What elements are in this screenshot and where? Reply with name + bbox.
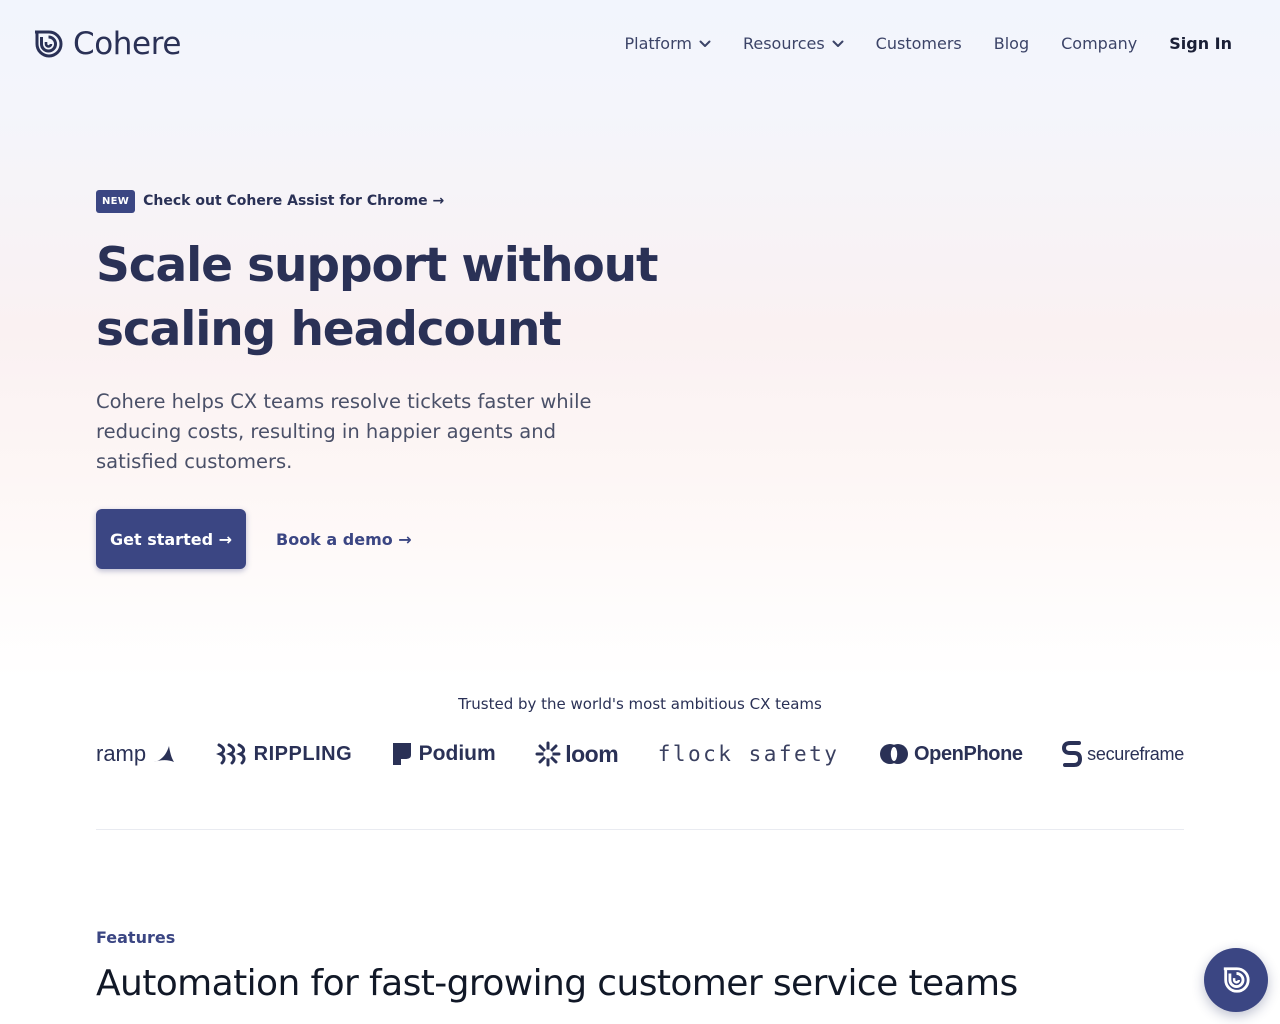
loom-wordmark: loom [565, 740, 619, 767]
chat-widget-icon [1223, 967, 1250, 993]
features-eyebrow: Features [96, 928, 176, 947]
hero-headline-line1: Scale support without [96, 238, 658, 293]
nav-item-label: Company [1061, 34, 1138, 53]
section-divider [96, 829, 1184, 830]
nav-item-blog[interactable]: Blog [994, 33, 1029, 55]
chevron-down-icon [699, 40, 711, 47]
book-demo-link[interactable]: Book a demo → [276, 530, 412, 549]
hero-section: NEW Check out Cohere Assist for Chrome →… [96, 189, 716, 569]
ramp-wordmark: ramp [96, 741, 147, 766]
chat-widget-button[interactable] [1204, 948, 1268, 1012]
cohere-logo[interactable]: Cohere [32, 26, 181, 62]
nav-item-customers[interactable]: Customers [876, 33, 962, 55]
nav-item-resources[interactable]: Resources [743, 33, 844, 55]
secureframe-logo-icon [1062, 741, 1083, 767]
loom-logo: loom [535, 740, 619, 768]
podium-wordmark: Podium [418, 742, 496, 765]
hero-headline: Scale support without scaling headcount [96, 234, 716, 362]
sign-in-link[interactable]: Sign In [1169, 33, 1232, 55]
nav-item-label: Resources [742, 34, 825, 53]
customer-logos: ramp RIPPLING Podium loom flock safety O… [96, 734, 1184, 774]
features-title: Automation for fast-growing customer ser… [96, 963, 1018, 1004]
openphone-logo: OpenPhone [879, 743, 1023, 766]
top-nav: Cohere Platform Resources Customers Blog… [0, 0, 1280, 88]
logo-wordmark: Cohere [73, 26, 182, 62]
hero-headline-line2: scaling headcount [96, 302, 562, 357]
nav-item-label: Blog [993, 34, 1030, 53]
ramp-logo: ramp [96, 741, 176, 767]
podium-logo-icon [392, 743, 411, 765]
flock-safety-wordmark: flock safety [657, 742, 840, 766]
chevron-down-icon [832, 40, 844, 47]
secureframe-wordmark: secureframe [1087, 743, 1184, 764]
nav-item-label: Platform [624, 34, 692, 53]
rippling-logo-icon [215, 743, 246, 765]
nav-item-company[interactable]: Company [1061, 33, 1137, 55]
nav-item-label: Customers [875, 34, 962, 53]
announcement-link[interactable]: Check out Cohere Assist for Chrome → [143, 189, 444, 213]
ramp-logo-icon [154, 746, 175, 762]
nav-menu: Platform Resources Customers Blog Compan… [624, 33, 1232, 55]
get-started-button[interactable]: Get started → [96, 509, 246, 569]
hero-cta-group: Get started → Book a demo → [96, 509, 716, 569]
announcement-banner[interactable]: NEW Check out Cohere Assist for Chrome → [96, 189, 716, 213]
openphone-wordmark: OpenPhone [913, 742, 1023, 765]
cohere-logo-icon [35, 30, 63, 58]
rippling-logo: RIPPLING [215, 742, 353, 766]
nav-item-platform[interactable]: Platform [624, 33, 711, 55]
loom-logo-icon [535, 741, 561, 767]
flock-safety-logo: flock safety [658, 742, 840, 766]
hero-subtext: Cohere helps CX teams resolve tickets fa… [96, 390, 592, 473]
trusted-heading: Trusted by the world's most ambitious CX… [458, 695, 822, 713]
new-badge: NEW [96, 189, 136, 213]
rippling-wordmark: RIPPLING [253, 742, 353, 765]
openphone-logo-icon [879, 744, 908, 764]
podium-logo: Podium [392, 742, 496, 766]
secureframe-logo: secureframe [1062, 740, 1184, 768]
